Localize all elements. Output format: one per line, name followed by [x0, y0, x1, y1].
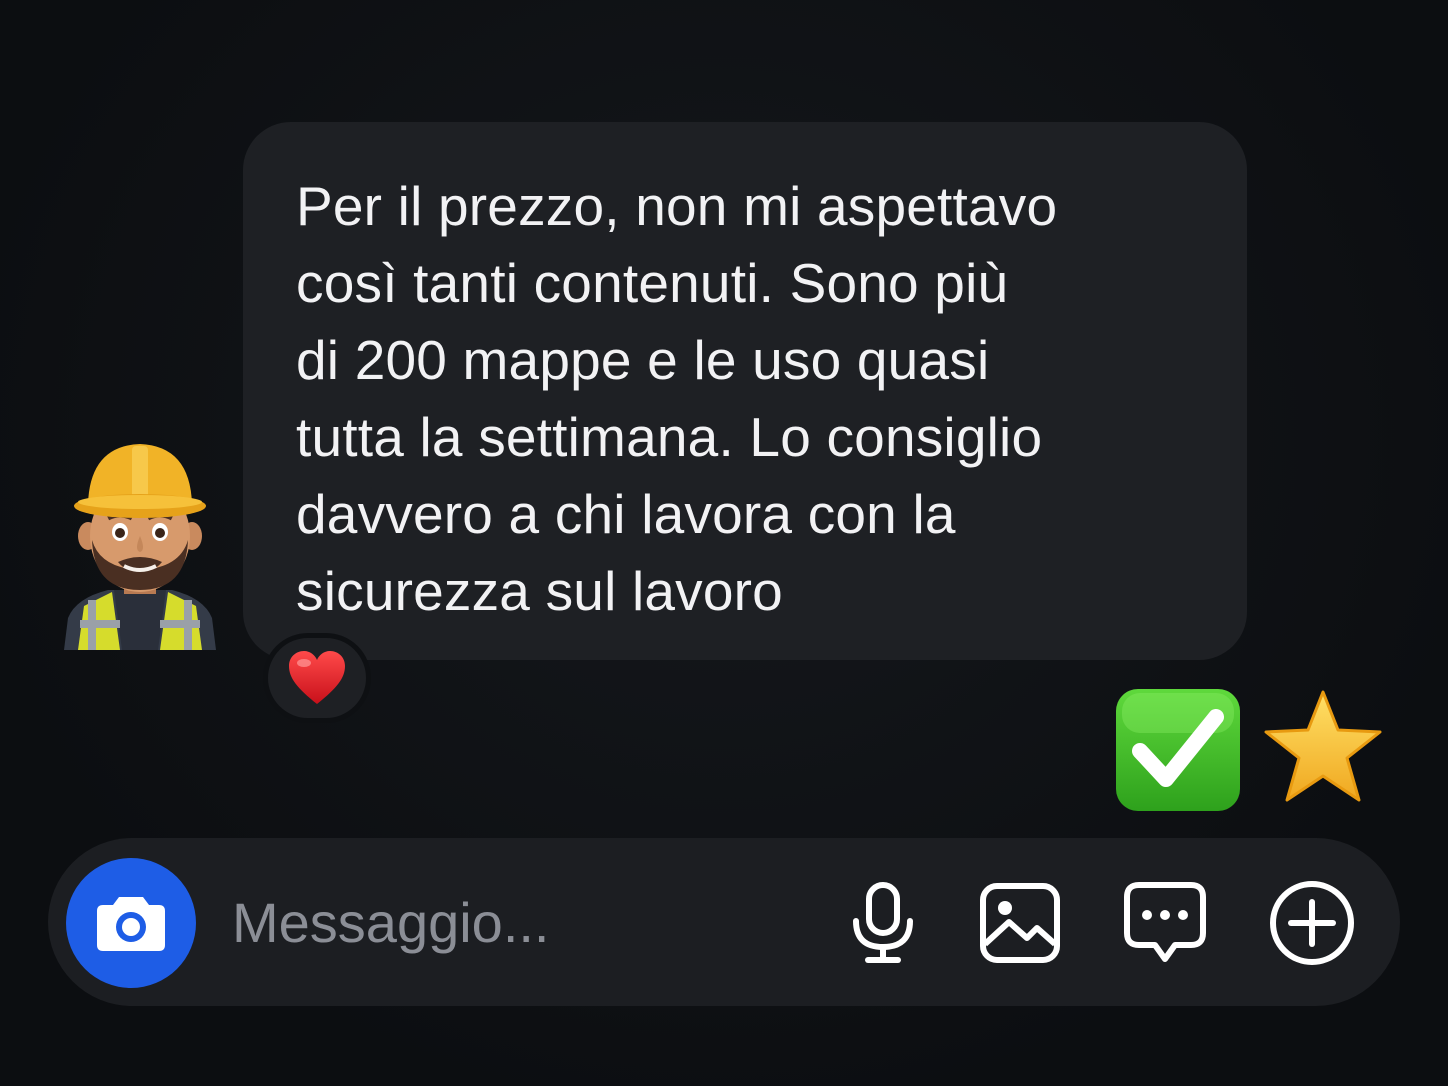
microphone-button[interactable]: [840, 880, 926, 966]
camera-icon: [97, 897, 165, 951]
gallery-icon: [980, 883, 1060, 963]
message-composer: [48, 838, 1400, 1006]
heart-icon: [289, 651, 345, 704]
message-bubble[interactable]: Per il prezzo, non mi aspettavo così tan…: [243, 122, 1247, 660]
add-icon: [1270, 881, 1354, 965]
microphone-icon: [853, 882, 913, 963]
message-input[interactable]: [232, 882, 792, 962]
add-button[interactable]: [1269, 880, 1355, 966]
check-mark-button-icon: [1116, 689, 1240, 811]
message-text: Per il prezzo, non mi aspettavo così tan…: [296, 175, 1058, 622]
message-options-button[interactable]: [1122, 880, 1208, 966]
camera-button[interactable]: [66, 858, 196, 988]
message-options-icon: [1124, 882, 1206, 962]
star-icon: [1264, 690, 1382, 802]
construction-worker-icon: [64, 444, 216, 650]
chat-screen: Per il prezzo, non mi aspettavo così tan…: [0, 0, 1448, 1086]
reaction-badge[interactable]: [263, 633, 371, 723]
gallery-button[interactable]: [977, 880, 1063, 966]
